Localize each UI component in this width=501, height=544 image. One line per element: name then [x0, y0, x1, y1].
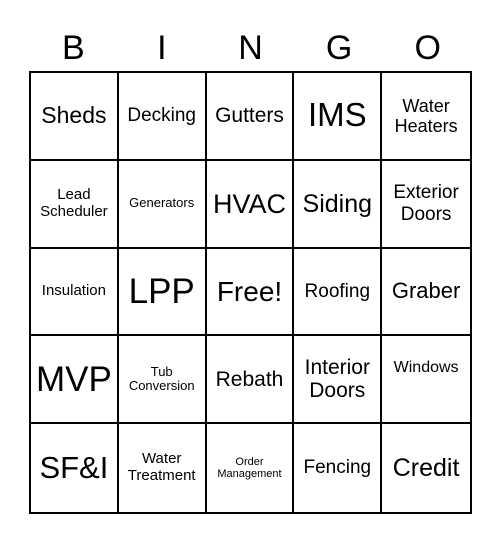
bingo-cell[interactable]: Fencing: [294, 424, 383, 512]
free-space-cell[interactable]: Free!: [206, 248, 295, 337]
header-letter-n: N: [238, 29, 263, 67]
bingo-cell[interactable]: Order Management: [207, 424, 295, 512]
header-letter-i: I: [157, 29, 167, 67]
bingo-cell[interactable]: Rebath: [206, 336, 295, 425]
bingo-cell[interactable]: Generators: [118, 160, 207, 249]
bingo-cell[interactable]: Credit: [382, 424, 470, 512]
bingo-cell[interactable]: Water Heaters: [382, 73, 470, 161]
bingo-cell[interactable]: HVAC: [206, 160, 295, 249]
bingo-cell[interactable]: Sheds: [31, 73, 119, 161]
bingo-cell[interactable]: Siding: [294, 160, 383, 249]
bingo-cell[interactable]: Gutters: [206, 73, 295, 161]
bingo-cell[interactable]: Insulation: [31, 248, 119, 337]
bingo-cell[interactable]: Exterior Doors: [382, 161, 470, 249]
bingo-cell[interactable]: Tub Conversion: [118, 336, 207, 425]
bingo-cell[interactable]: Water Treatment: [119, 424, 207, 512]
header-letter-o: O: [414, 29, 441, 67]
bingo-cell[interactable]: Windows: [382, 336, 470, 425]
bingo-cell[interactable]: Roofing: [294, 248, 383, 337]
bingo-cell[interactable]: IMS: [294, 73, 383, 161]
bingo-header: B I N G O: [29, 28, 472, 68]
bingo-grid: Sheds Decking Gutters IMS Water Heaters …: [29, 71, 472, 514]
header-letter-b: B: [61, 29, 85, 67]
bingo-cell[interactable]: Graber: [382, 249, 470, 337]
header-letter-g: G: [325, 29, 353, 67]
bingo-cell[interactable]: SF&I: [31, 424, 119, 512]
bingo-cell[interactable]: Interior Doors: [294, 336, 383, 425]
bingo-cell[interactable]: MVP: [31, 336, 119, 425]
bingo-cell[interactable]: Lead Scheduler: [31, 160, 119, 249]
bingo-cell[interactable]: Decking: [118, 73, 207, 161]
bingo-cell[interactable]: LPP: [118, 248, 207, 337]
